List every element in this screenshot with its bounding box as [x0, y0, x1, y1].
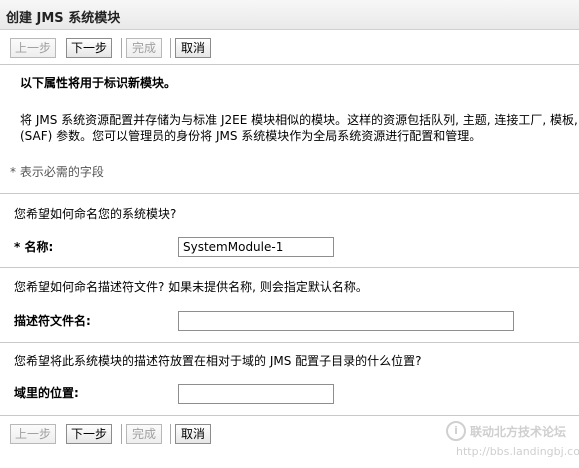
name-label: * 名称:: [14, 238, 53, 255]
name-question: 您希望如何命名您的系统模块?: [14, 207, 177, 221]
cancel-button-top[interactable]: 取消: [175, 38, 211, 58]
page-title: 创建 JMS 系统模块: [6, 11, 121, 26]
forum-watermark: i 联动北方技术论坛 http://bbs.landingbj.com: [446, 419, 579, 465]
location-question: 您希望将此系统模块的描述符放置在相对于域的 JMS 配置子目录的什么位置?: [14, 354, 422, 368]
back-button-top[interactable]: 上一步: [10, 38, 56, 58]
location-input[interactable]: [178, 384, 334, 404]
intro-text-line2: (SAF) 参数。您可以管理员的身份将 JMS 系统模块作为全局系统资源进行配置…: [20, 129, 482, 143]
watermark-text: 联动北方技术论坛: [470, 425, 567, 439]
watermark-logo-icon: i: [446, 421, 466, 441]
required-fields-note: * 表示必需的字段: [10, 165, 104, 179]
name-label-text: 名称:: [24, 240, 54, 254]
intro-text-line1: 将 JMS 系统资源配置并存储为与标准 J2EE 模块相似的模块。这样的资源包括…: [20, 113, 578, 127]
divider: [0, 267, 579, 268]
divider: [0, 342, 579, 343]
divider: [0, 415, 579, 416]
location-label: 域里的位置:: [14, 386, 79, 400]
title-bar: 创建 JMS 系统模块: [0, 0, 579, 30]
descriptor-file-input[interactable]: [178, 311, 514, 331]
descriptor-label: 描述符文件名:: [14, 314, 91, 328]
next-button-bottom[interactable]: 下一步: [66, 424, 112, 444]
descriptor-question: 您希望如何命名描述符文件? 如果未提供名称, 则会指定默认名称。: [14, 280, 368, 294]
finish-button-bottom[interactable]: 完成: [126, 424, 162, 444]
intro-heading: 以下属性将用于标识新模块。: [20, 76, 177, 90]
finish-button-top[interactable]: 完成: [126, 38, 162, 58]
required-marker: *: [14, 240, 21, 254]
button-separator: [170, 424, 171, 444]
button-separator: [121, 424, 122, 444]
name-input[interactable]: [178, 237, 334, 257]
button-separator: [121, 38, 122, 58]
next-button-top[interactable]: 下一步: [66, 38, 112, 58]
back-button-bottom[interactable]: 上一步: [10, 424, 56, 444]
button-separator: [170, 38, 171, 58]
watermark-url: http://bbs.landingbj.com: [456, 445, 579, 458]
cancel-button-bottom[interactable]: 取消: [175, 424, 211, 444]
divider: [0, 193, 579, 194]
divider: [0, 64, 579, 65]
